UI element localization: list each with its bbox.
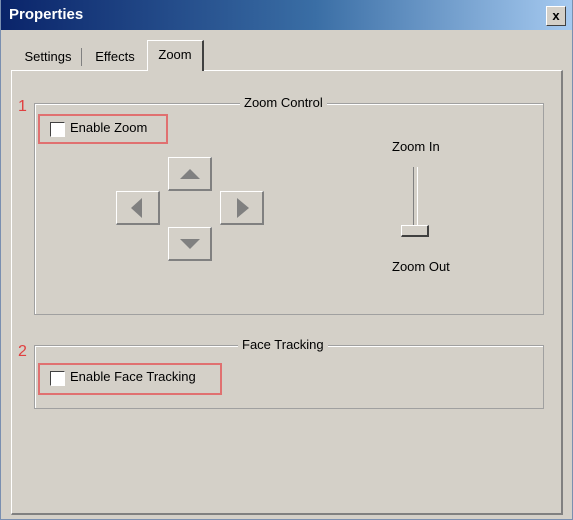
zoom-control-title: Zoom Control — [240, 95, 327, 110]
step-marker-1: 1 — [18, 98, 27, 115]
step-marker-2: 2 — [18, 343, 27, 360]
zoom-slider-thumb[interactable] — [401, 225, 429, 237]
enable-face-tracking-checkbox[interactable] — [50, 371, 65, 386]
tab-separator — [81, 48, 82, 66]
enable-zoom-checkbox[interactable] — [50, 122, 65, 137]
enable-zoom-label[interactable]: Enable Zoom — [70, 120, 147, 135]
window-title: Properties — [9, 6, 84, 23]
enable-face-tracking-label[interactable]: Enable Face Tracking — [70, 369, 196, 384]
pan-right-button[interactable] — [220, 191, 264, 225]
tab-effects[interactable]: Effects — [87, 46, 143, 68]
close-button[interactable]: x — [546, 6, 566, 26]
zoom-out-label: Zoom Out — [392, 259, 450, 274]
zoom-in-label: Zoom In — [392, 139, 440, 154]
arrow-right-icon — [237, 198, 249, 218]
tab-zoom[interactable]: Zoom — [147, 40, 204, 71]
arrow-down-icon — [180, 239, 200, 249]
zoom-slider-track[interactable] — [413, 167, 418, 231]
pan-left-button[interactable] — [116, 191, 160, 225]
arrow-up-icon — [180, 169, 200, 179]
enable-zoom-highlight: Enable Zoom — [38, 114, 168, 144]
enable-face-tracking-highlight: Enable Face Tracking — [38, 363, 222, 395]
pan-down-button[interactable] — [168, 227, 212, 261]
properties-window: Properties x Settings Effects Zoom 1 Zoo… — [0, 0, 573, 520]
pan-up-button[interactable] — [168, 157, 212, 191]
face-tracking-title: Face Tracking — [238, 337, 328, 352]
tab-panel-zoom: 1 Zoom Control Enable Zoom Zoom In Zoom … — [11, 70, 563, 515]
arrow-left-icon — [131, 198, 142, 218]
title-bar[interactable]: Properties x — [1, 0, 572, 30]
close-icon: x — [552, 8, 560, 23]
tab-settings[interactable]: Settings — [19, 46, 77, 68]
